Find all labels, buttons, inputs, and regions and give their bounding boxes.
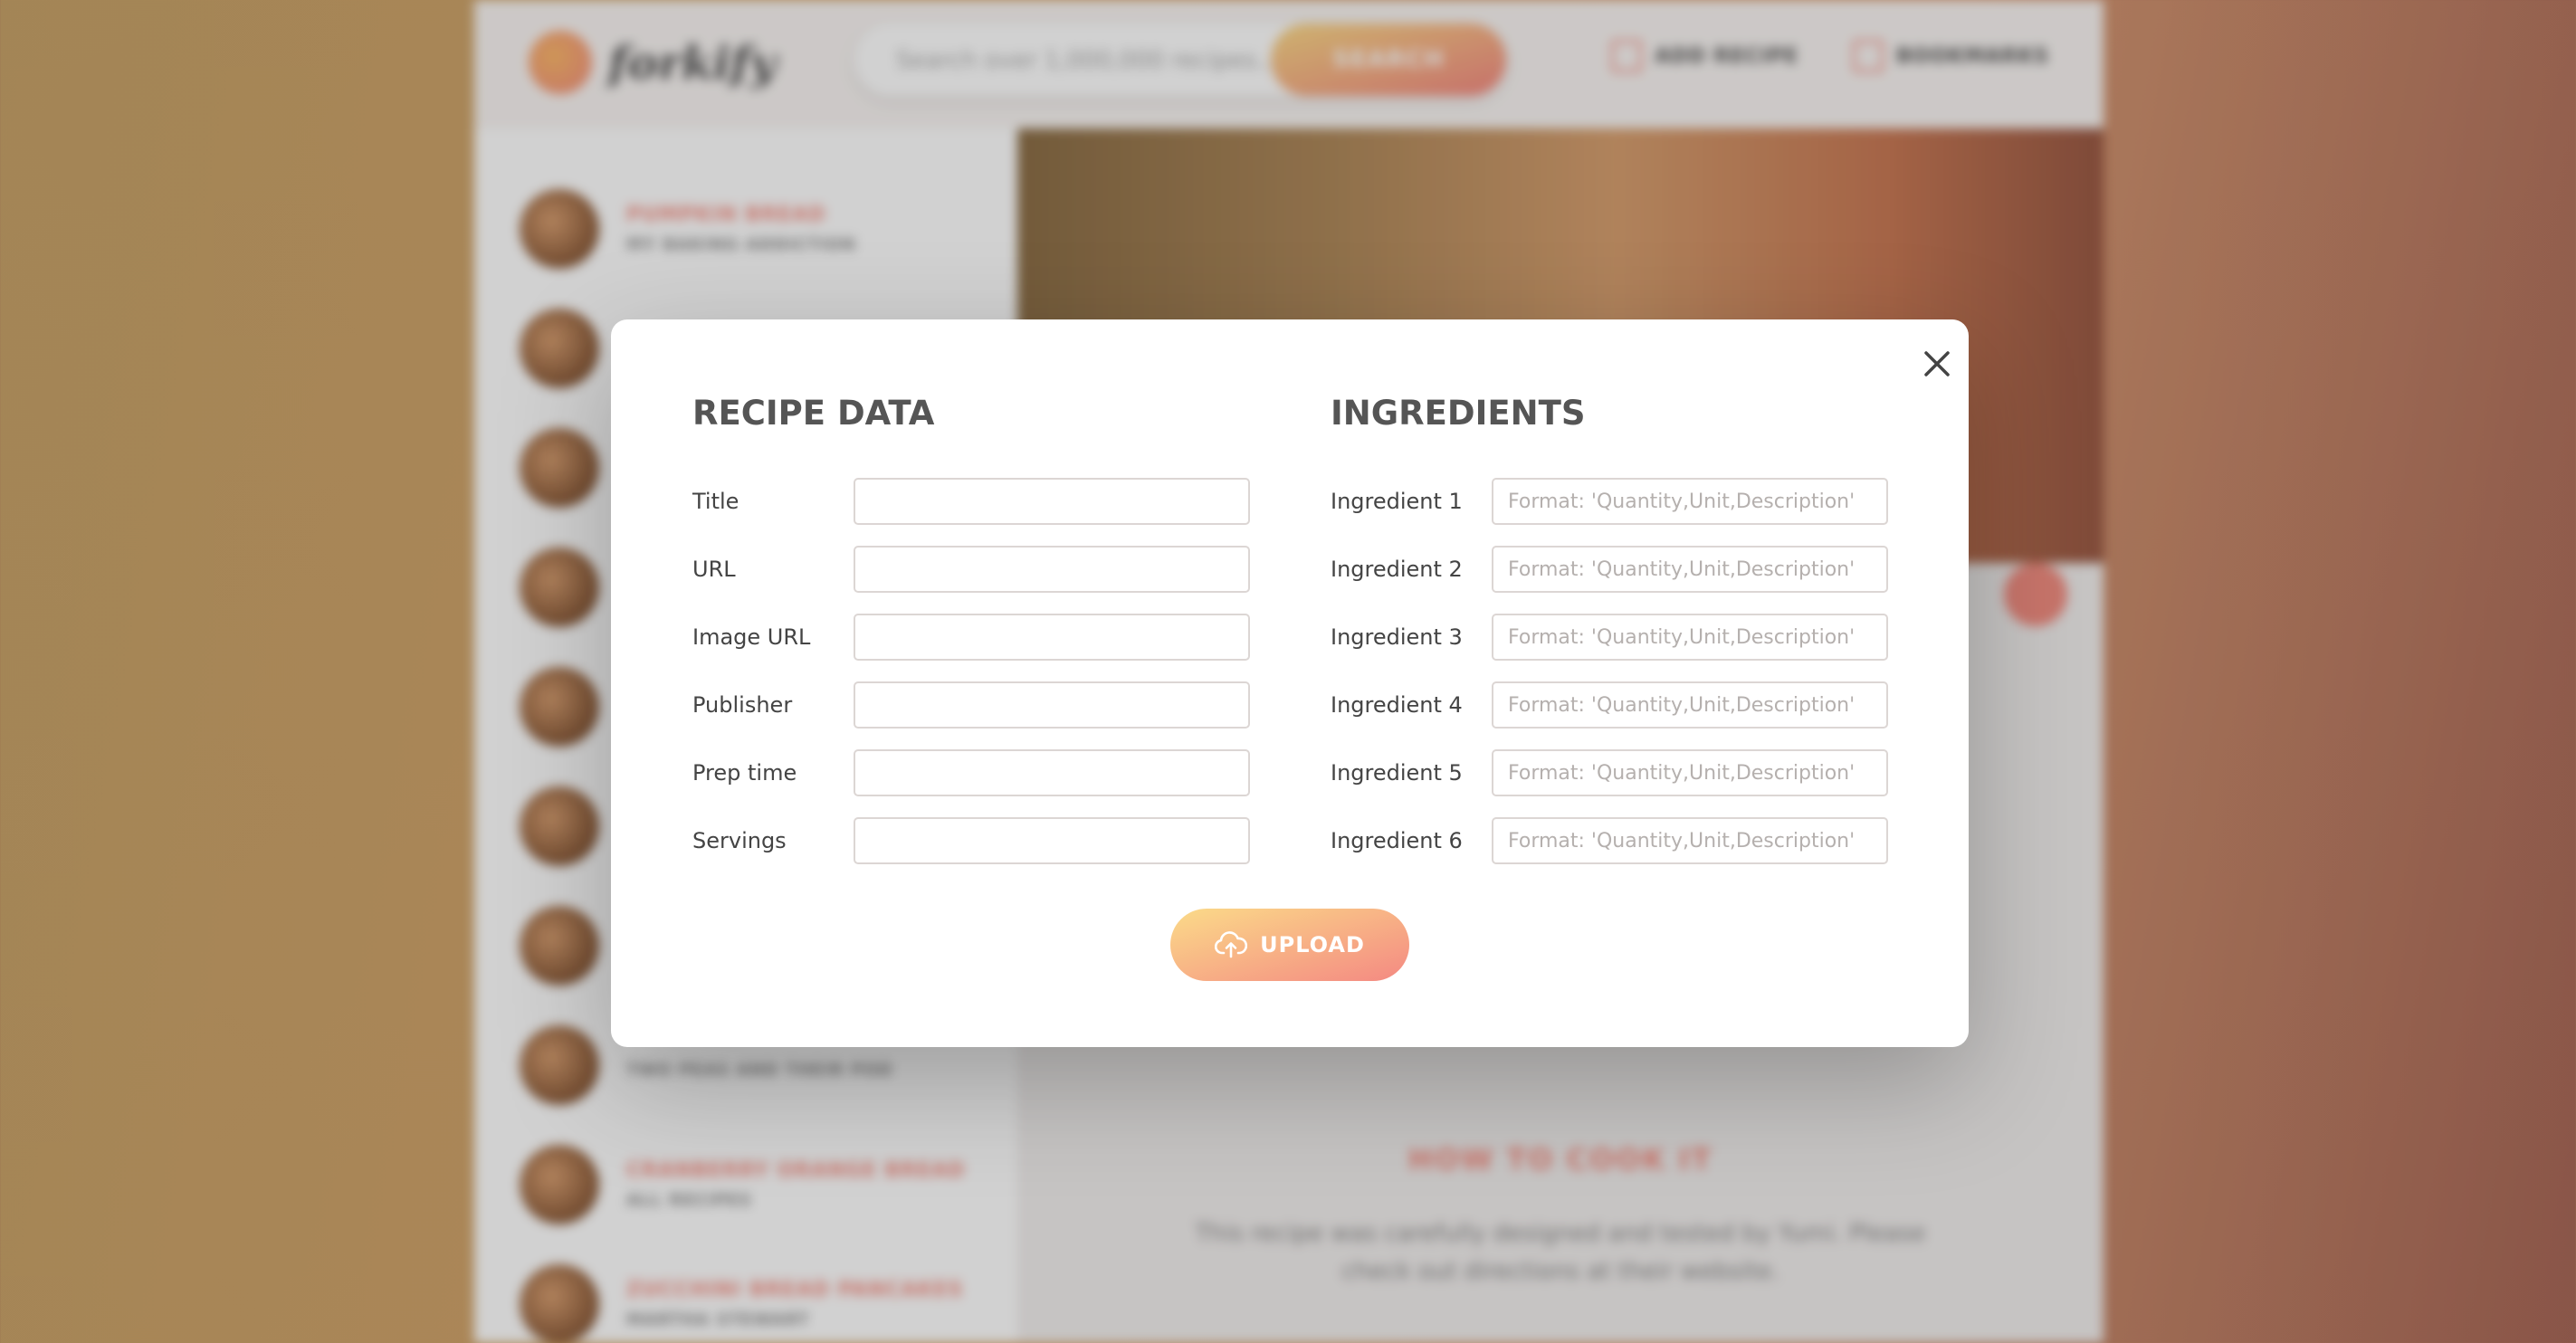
ingredient-6-label: Ingredient 6 <box>1331 828 1463 853</box>
form-row-ingredient-5: Ingredient 5 <box>1331 748 1892 797</box>
form-row-publisher: Publisher <box>692 681 1254 729</box>
form-row-image-url: Image URL <box>692 613 1254 662</box>
form-row-servings: Servings <box>692 816 1254 865</box>
recipe-data-heading: RECIPE DATA <box>692 394 935 433</box>
ingredient-6-input[interactable] <box>1492 817 1888 864</box>
ingredient-4-input[interactable] <box>1492 681 1888 729</box>
url-label: URL <box>692 557 736 582</box>
form-row-ingredient-1: Ingredient 1 <box>1331 477 1892 526</box>
ingredients-heading: INGREDIENTS <box>1331 394 1586 433</box>
ingredient-3-label: Ingredient 3 <box>1331 624 1463 650</box>
prep-time-input[interactable] <box>854 749 1250 796</box>
ingredient-2-input[interactable] <box>1492 546 1888 593</box>
servings-label: Servings <box>692 828 787 853</box>
cloud-upload-icon <box>1215 931 1248 958</box>
title-label: Title <box>692 489 739 514</box>
ingredient-5-label: Ingredient 5 <box>1331 760 1463 786</box>
add-recipe-modal: RECIPE DATA Title URL Image URL Publishe… <box>611 319 1969 1047</box>
form-row-ingredient-2: Ingredient 2 <box>1331 545 1892 594</box>
publisher-input[interactable] <box>854 681 1250 729</box>
close-icon <box>1924 351 1950 376</box>
url-input[interactable] <box>854 546 1250 593</box>
prep-time-label: Prep time <box>692 760 797 786</box>
ingredient-1-label: Ingredient 1 <box>1331 489 1463 514</box>
upload-button[interactable]: UPLOAD <box>1170 909 1409 981</box>
ingredients-section: INGREDIENTS Ingredient 1 Ingredient 2 In… <box>1331 388 1892 884</box>
upload-button-label: UPLOAD <box>1260 932 1365 957</box>
recipe-data-section: RECIPE DATA Title URL Image URL Publishe… <box>692 388 1254 884</box>
publisher-label: Publisher <box>692 692 793 718</box>
form-row-title: Title <box>692 477 1254 526</box>
title-input[interactable] <box>854 478 1250 525</box>
servings-input[interactable] <box>854 817 1250 864</box>
ingredient-2-label: Ingredient 2 <box>1331 557 1463 582</box>
image-url-label: Image URL <box>692 624 811 650</box>
ingredient-4-label: Ingredient 4 <box>1331 692 1463 718</box>
image-url-input[interactable] <box>854 614 1250 661</box>
form-row-ingredient-3: Ingredient 3 <box>1331 613 1892 662</box>
close-button[interactable] <box>1914 341 1960 386</box>
form-row-ingredient-6: Ingredient 6 <box>1331 816 1892 865</box>
ingredient-5-input[interactable] <box>1492 749 1888 796</box>
form-row-ingredient-4: Ingredient 4 <box>1331 681 1892 729</box>
ingredient-1-input[interactable] <box>1492 478 1888 525</box>
form-row-url: URL <box>692 545 1254 594</box>
form-row-prep-time: Prep time <box>692 748 1254 797</box>
ingredient-3-input[interactable] <box>1492 614 1888 661</box>
